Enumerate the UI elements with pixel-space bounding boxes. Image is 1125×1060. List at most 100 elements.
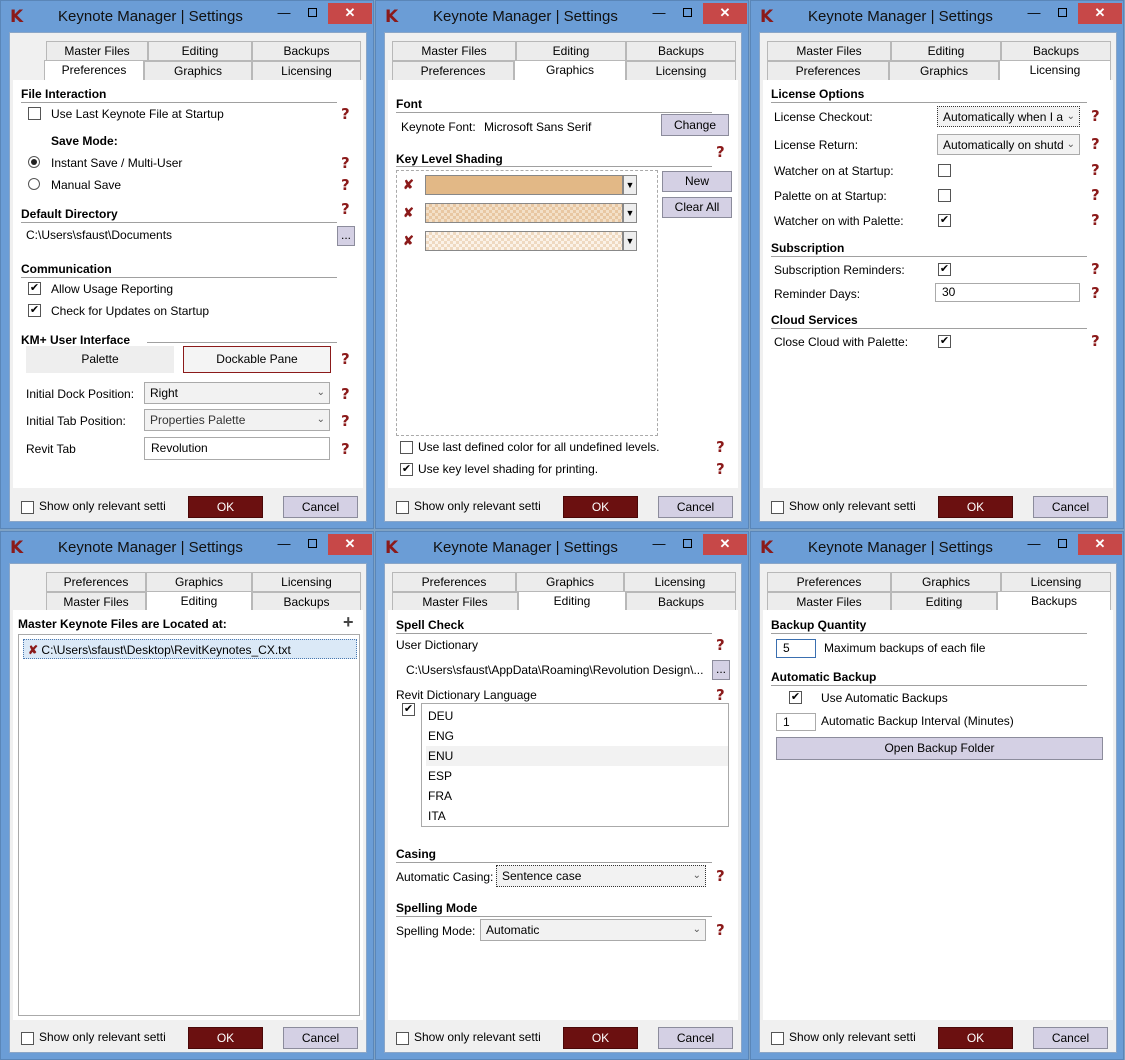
help-icon[interactable]: ? <box>1091 135 1100 153</box>
help-icon[interactable]: ? <box>1091 284 1100 302</box>
help-icon[interactable]: ? <box>716 921 725 939</box>
language-item[interactable]: DEU <box>426 706 728 726</box>
ok-button[interactable]: OK <box>563 496 638 518</box>
check-updates-checkbox[interactable]: ✔ <box>28 304 41 317</box>
cancel-button[interactable]: Cancel <box>1033 1027 1108 1049</box>
maximize-button[interactable] <box>1051 3 1073 24</box>
language-item[interactable]: ESP <box>426 766 728 786</box>
ok-button[interactable]: OK <box>938 1027 1013 1049</box>
show-relevant-checkbox[interactable] <box>21 501 34 514</box>
cancel-button[interactable]: Cancel <box>1033 496 1108 518</box>
open-backup-folder-button[interactable]: Open Backup Folder <box>776 737 1103 760</box>
tab-licensing[interactable]: Licensing <box>999 60 1111 82</box>
maximize-button[interactable] <box>676 534 698 555</box>
tab-editing[interactable]: Editing <box>891 41 1001 61</box>
license-checkout-select[interactable]: Automatically when I a ⌄ <box>937 106 1080 127</box>
spelling-mode-select[interactable]: Automatic ⌄ <box>480 919 706 941</box>
tab-master-files[interactable]: Master Files <box>392 592 518 612</box>
tab-editing[interactable]: Editing <box>891 592 997 612</box>
color-swatch[interactable] <box>425 175 623 195</box>
tab-graphics[interactable]: Graphics <box>889 61 999 81</box>
tab-backups[interactable]: Backups <box>1001 41 1111 61</box>
help-icon[interactable]: ? <box>1091 332 1100 350</box>
chevron-down-icon[interactable]: ▼ <box>623 175 637 195</box>
cancel-button[interactable]: Cancel <box>283 496 358 518</box>
use-auto-backups-checkbox[interactable]: ✔ <box>789 691 802 704</box>
help-icon[interactable]: ? <box>341 105 350 123</box>
palette-startup-checkbox[interactable] <box>938 189 951 202</box>
watcher-palette-checkbox[interactable]: ✔ <box>938 214 951 227</box>
master-file-item[interactable]: ✘ C:\Users\sfaust\Desktop\RevitKeynotes_… <box>23 639 357 659</box>
close-button[interactable]: ✕ <box>328 534 372 555</box>
watcher-startup-checkbox[interactable] <box>938 164 951 177</box>
tab-preferences[interactable]: Preferences <box>392 61 514 81</box>
help-icon[interactable]: ? <box>716 867 725 885</box>
use-printing-checkbox[interactable]: ✔ <box>400 463 413 476</box>
language-item[interactable]: ITA <box>426 806 728 826</box>
help-icon[interactable]: ? <box>716 438 725 456</box>
title-bar[interactable]: K Keynote Manager | Settings — ✕ <box>1 532 373 563</box>
tab-licensing[interactable]: Licensing <box>252 61 361 81</box>
help-icon[interactable]: ? <box>716 460 725 478</box>
help-icon[interactable]: ? <box>716 636 725 654</box>
revit-tab-input[interactable]: Revolution <box>144 437 330 460</box>
ok-button[interactable]: OK <box>188 496 263 518</box>
license-return-select[interactable]: Automatically on shutd ⌄ <box>937 134 1080 155</box>
title-bar[interactable]: K Keynote Manager | Settings — ✕ <box>751 1 1123 32</box>
tab-master-files[interactable]: Master Files <box>767 41 891 61</box>
language-item[interactable]: ENU <box>426 746 728 766</box>
color-swatch[interactable] <box>425 203 623 223</box>
help-icon[interactable]: ? <box>1091 211 1100 229</box>
close-button[interactable]: ✕ <box>703 3 747 24</box>
tab-graphics[interactable]: Graphics <box>516 572 624 592</box>
add-file-icon[interactable]: + <box>343 612 354 633</box>
tab-backups[interactable]: Backups <box>252 41 361 61</box>
help-icon[interactable]: ? <box>1091 260 1100 278</box>
help-icon[interactable]: ? <box>341 154 350 172</box>
revit-language-checkbox[interactable]: ✔ <box>402 703 415 716</box>
language-item[interactable]: ENG <box>426 726 728 746</box>
use-last-checkbox[interactable] <box>28 107 41 120</box>
cancel-button[interactable]: Cancel <box>283 1027 358 1049</box>
tab-graphics[interactable]: Graphics <box>144 61 252 81</box>
backup-interval-input[interactable]: 1 <box>776 713 816 731</box>
minimize-button[interactable]: — <box>648 534 670 555</box>
tab-master-files[interactable]: Master Files <box>392 41 516 61</box>
tab-preferences[interactable]: Preferences <box>767 61 889 81</box>
tab-master-files[interactable]: Master Files <box>767 592 891 612</box>
minimize-button[interactable]: — <box>1023 3 1045 24</box>
dockable-pane-button[interactable]: Dockable Pane <box>183 346 331 373</box>
tab-position-select[interactable]: Properties Palette ⌄ <box>144 409 330 431</box>
maximize-button[interactable] <box>676 3 698 24</box>
tab-licensing[interactable]: Licensing <box>1001 572 1111 592</box>
tab-preferences[interactable]: Preferences <box>46 572 146 592</box>
title-bar[interactable]: K Keynote Manager | Settings — ✕ <box>751 532 1123 563</box>
new-shading-button[interactable]: New <box>662 171 732 192</box>
cancel-button[interactable]: Cancel <box>658 1027 733 1049</box>
help-icon[interactable]: ? <box>341 412 350 430</box>
tab-graphics[interactable]: Graphics <box>146 572 252 592</box>
help-icon[interactable]: ? <box>341 440 350 458</box>
ok-button[interactable]: OK <box>938 496 1013 518</box>
tab-backups[interactable]: Backups <box>252 592 361 612</box>
dock-position-select[interactable]: Right ⌄ <box>144 382 330 404</box>
help-icon[interactable]: ? <box>716 686 725 704</box>
tab-preferences[interactable]: Preferences <box>767 572 891 592</box>
tab-editing[interactable]: Editing <box>516 41 626 61</box>
chevron-down-icon[interactable]: ▼ <box>623 231 637 251</box>
show-relevant-checkbox[interactable] <box>396 501 409 514</box>
remove-icon[interactable]: ✘ <box>403 233 414 249</box>
minimize-button[interactable]: — <box>273 534 295 555</box>
help-icon[interactable]: ? <box>1091 161 1100 179</box>
tab-master-files[interactable]: Master Files <box>46 41 148 61</box>
change-font-button[interactable]: Change <box>661 114 729 136</box>
reminder-days-input[interactable]: 30 <box>935 283 1080 302</box>
allow-usage-checkbox[interactable]: ✔ <box>28 282 41 295</box>
color-swatch[interactable] <box>425 231 623 251</box>
language-item[interactable]: FRA <box>426 786 728 806</box>
clear-all-button[interactable]: Clear All <box>662 197 732 218</box>
chevron-down-icon[interactable]: ▼ <box>623 203 637 223</box>
help-icon[interactable]: ? <box>341 385 350 403</box>
title-bar[interactable]: K Keynote Manager | Settings — ✕ <box>1 1 373 32</box>
tab-editing[interactable]: Editing <box>148 41 252 61</box>
